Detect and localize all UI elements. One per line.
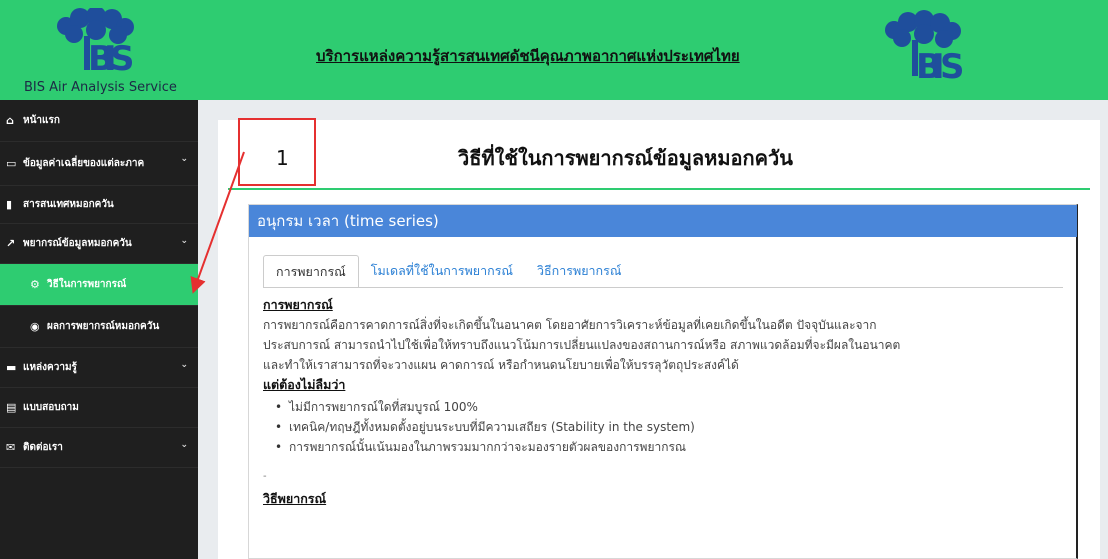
sidebar-item-contact[interactable]: ✉ ติดต่อเรา ⌄	[0, 428, 198, 468]
form-icon: ▤	[6, 401, 17, 414]
eye-icon: ◉	[30, 320, 40, 333]
sidebar-item-haze-info[interactable]: ▮ สารสนเทศหมอกควัน	[0, 186, 198, 224]
chevron-down-icon: ⌄	[180, 360, 188, 370]
tab-forecasting[interactable]: การพยากรณ์	[263, 255, 359, 287]
book-icon: ▬	[6, 361, 17, 374]
sidebar-item-label: ติดต่อเรา	[23, 442, 63, 453]
svg-text:S: S	[940, 47, 965, 87]
sidebar-item-regional-average[interactable]: ▭ ข้อมูลค่าเฉลี่ยของแต่ละภาค ⌄	[0, 142, 198, 186]
line-chart-icon: ↗	[6, 237, 16, 250]
bis-logo-right-icon[interactable]: B I S	[872, 10, 972, 94]
page-title: วิธีที่ใช้ในการพยากรณ์ข้อมูลหมอกควัน	[458, 146, 793, 170]
main-area: วิธีที่ใช้ในการพยากรณ์ข้อมูลหมอกควัน อนุ…	[198, 100, 1108, 559]
title-divider	[228, 188, 1090, 190]
paragraph: การพยากรณ์คือการคาดการณ์สิ่งที่จะเกิดขึ้…	[263, 315, 1069, 375]
chevron-down-icon: ⌄	[180, 236, 188, 246]
section-heading: การพยากรณ์	[263, 297, 333, 312]
sidebar-item-survey[interactable]: ▤ แบบสอบถาม	[0, 388, 198, 428]
list-item: ไม่มีการพยากรณ์ใดที่สมบูรณ์ 100%	[275, 397, 1069, 417]
gears-icon: ⚙	[30, 278, 40, 291]
sidebar-item-label: ผลการพยากรณ์หมอกควัน	[47, 321, 160, 332]
sidebar-item-label: แบบสอบถาม	[23, 402, 79, 413]
sidebar-item-knowledge[interactable]: ▬ แหล่งความรู้ ⌄	[0, 348, 198, 388]
annotation-box: 1	[238, 118, 316, 186]
sidebar-item-forecast-method[interactable]: ⚙ วิธีในการพยากรณ์	[0, 264, 198, 306]
sidebar: ⌂ หน้าแรก ▭ ข้อมูลค่าเฉลี่ยของแต่ละภาค ⌄…	[0, 100, 198, 559]
sidebar-item-label: หน้าแรก	[23, 115, 60, 126]
comment-icon: ✉	[6, 441, 16, 454]
sidebar-item-label: ข้อมูลค่าเฉลี่ยของแต่ละภาค	[23, 158, 145, 169]
tab-methods[interactable]: วิธีการพยากรณ์	[525, 255, 633, 287]
home-icon: ⌂	[6, 114, 14, 127]
brand-text: BIS Air Analysis Service	[24, 80, 177, 95]
sidebar-item-label: แหล่งความรู้	[23, 362, 77, 373]
tab-bar: การพยากรณ์ โมเดลที่ใช้ในการพยากรณ์ วิธีก…	[263, 255, 633, 287]
sidebar-item-label: พยากรณ์ข้อมูลหมอกควัน	[23, 238, 132, 249]
tab-content: การพยากรณ์ การพยากรณ์คือการคาดการณ์สิ่งท…	[263, 295, 1069, 509]
sidebar-item-label: วิธีในการพยากรณ์	[47, 279, 127, 290]
sidebar-item-label: สารสนเทศหมอกควัน	[23, 199, 114, 210]
tab-divider	[263, 287, 1063, 288]
section-heading: วิธีพยากรณ์	[263, 491, 327, 506]
dash-mark: -	[263, 471, 267, 482]
paragraph-line: และทำให้เราสามารถที่จะวางแผน คาดการณ์ หร…	[263, 358, 739, 372]
header-title[interactable]: บริการแหล่งความรู้สารสนเทศดัชนีคุณภาพอาก…	[316, 44, 740, 68]
annotation-number: 1	[276, 146, 289, 170]
section-heading: แต่ต้องไม่ลืมว่า	[263, 377, 346, 392]
chevron-down-icon: ⌄	[180, 154, 188, 164]
panel-header: อนุกรม เวลา (time series)	[249, 205, 1077, 237]
sidebar-item-forecast-results[interactable]: ◉ ผลการพยากรณ์หมอกควัน	[0, 306, 198, 348]
svg-text:I: I	[104, 39, 117, 78]
tree-logo-icon: B S I	[57, 8, 135, 78]
list-item: เทคนิค/ทฤษฎีทั้งหมดตั้งอยู่บนระบบที่มีคว…	[275, 417, 1069, 437]
paragraph-line: ประสบการณ์ สามารถนำไปใช้เพื่อให้ทราบถึงแ…	[263, 338, 901, 352]
site-header: B S I BIS Air Analysis Service บริการแหล…	[0, 0, 1108, 100]
paragraph-line: การพยากรณ์คือการคาดการณ์สิ่งที่จะเกิดขึ้…	[263, 318, 877, 332]
bis-logo-left[interactable]: B S I BIS Air Analysis Service	[22, 6, 182, 98]
chevron-down-icon: ⌄	[180, 440, 188, 450]
monitor-icon: ▭	[6, 157, 17, 170]
sidebar-item-home[interactable]: ⌂ หน้าแรก	[0, 100, 198, 142]
bar-chart-icon: ▮	[6, 198, 13, 211]
bullet-list: ไม่มีการพยากรณ์ใดที่สมบูรณ์ 100% เทคนิค/…	[263, 397, 1069, 457]
tab-models[interactable]: โมเดลที่ใช้ในการพยากรณ์	[359, 255, 525, 287]
time-series-panel: อนุกรม เวลา (time series) การพยากรณ์ โมเ…	[248, 204, 1078, 559]
sidebar-item-forecast[interactable]: ↗ พยากรณ์ข้อมูลหมอกควัน ⌄	[0, 224, 198, 264]
page-card: วิธีที่ใช้ในการพยากรณ์ข้อมูลหมอกควัน อนุ…	[218, 120, 1100, 559]
list-item: การพยากรณ์นั้นเน้นมองในภาพรวมมากกว่าจะมอ…	[275, 437, 1069, 457]
